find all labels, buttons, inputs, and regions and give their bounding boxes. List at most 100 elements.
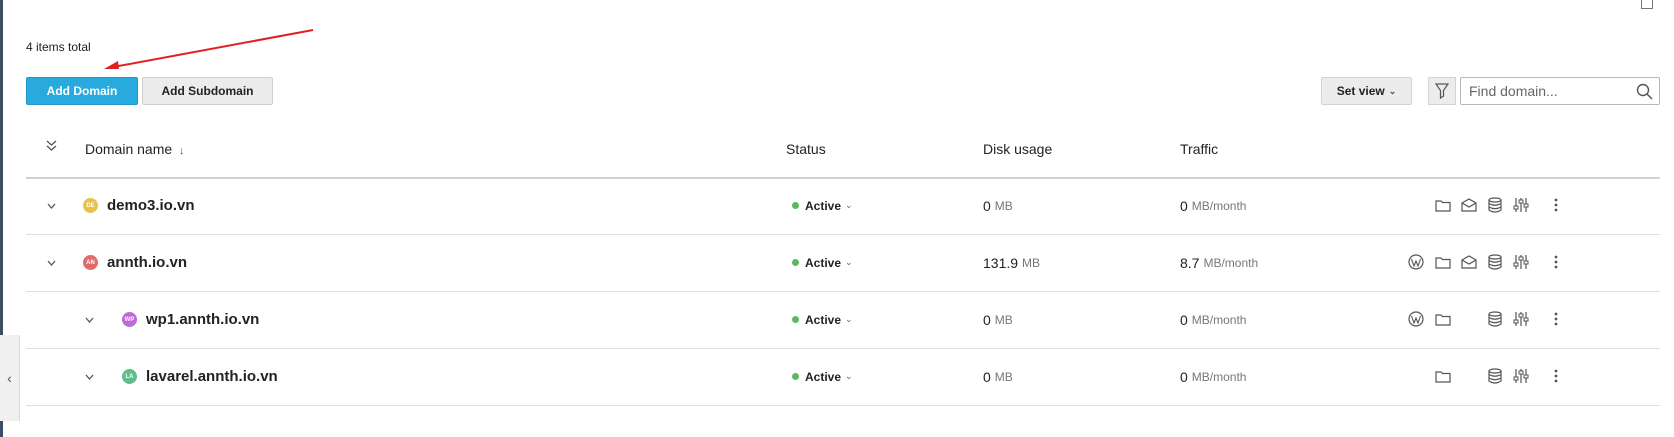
add-domain-button[interactable]: Add Domain bbox=[26, 77, 138, 105]
traffic-value: 0 bbox=[1180, 368, 1188, 385]
traffic-unit: MB/month bbox=[1191, 369, 1247, 384]
mail-icon[interactable] bbox=[1460, 253, 1478, 271]
domain-favicon-icon: LA bbox=[122, 369, 137, 384]
mail-icon[interactable] bbox=[1460, 196, 1478, 214]
database-icon[interactable] bbox=[1486, 367, 1504, 385]
table-row[interactable]: WP wp1.annth.io.vn Active ⌄ 0 MB 0 MB/mo… bbox=[26, 291, 1660, 349]
disk-usage-unit: MB bbox=[1022, 255, 1041, 270]
table-header: Domain name ↓ Status Disk usage Traffic bbox=[26, 128, 1660, 179]
column-header-traffic[interactable]: Traffic bbox=[1180, 141, 1218, 157]
disk-usage-value: 0 bbox=[983, 368, 991, 385]
status-dot-icon bbox=[792, 259, 799, 266]
settings-sliders-icon[interactable] bbox=[1512, 253, 1530, 271]
more-icon[interactable] bbox=[1547, 367, 1565, 385]
traffic-cell: 8.7 MB/month bbox=[1180, 234, 1258, 291]
expand-row-icon[interactable] bbox=[47, 177, 56, 234]
table-row[interactable]: AN annth.io.vn Active ⌄ 131.9 MB 8.7 MB/… bbox=[26, 234, 1660, 292]
disk-usage-value: 0 bbox=[983, 311, 991, 328]
traffic-cell: 0 MB/month bbox=[1180, 177, 1246, 234]
database-icon[interactable] bbox=[1486, 196, 1504, 214]
add-subdomain-button[interactable]: Add Subdomain bbox=[142, 77, 273, 105]
set-view-dropdown[interactable]: Set view ⌄ bbox=[1321, 77, 1412, 105]
domain-cell: DE demo3.io.vn bbox=[83, 177, 195, 234]
status-text: Active bbox=[805, 198, 842, 213]
more-icon[interactable] bbox=[1547, 196, 1565, 214]
traffic-unit: MB/month bbox=[1203, 255, 1259, 270]
filter-button[interactable] bbox=[1428, 77, 1456, 105]
domain-name-link[interactable]: demo3.io.vn bbox=[107, 197, 195, 214]
settings-sliders-icon[interactable] bbox=[1512, 310, 1530, 328]
status-dot-icon bbox=[792, 316, 799, 323]
status-dot-icon bbox=[792, 373, 799, 380]
expand-row-icon[interactable] bbox=[85, 348, 94, 405]
chevron-left-icon: ‹ bbox=[7, 370, 12, 386]
search-domain-field[interactable] bbox=[1460, 77, 1660, 105]
chevron-down-icon: ⌄ bbox=[845, 371, 853, 381]
disk-usage-unit: MB bbox=[994, 198, 1013, 213]
expand-all-icon[interactable] bbox=[46, 140, 57, 152]
chevron-down-icon: ⌄ bbox=[1388, 85, 1397, 96]
domain-name-link[interactable]: lavarel.annth.io.vn bbox=[146, 368, 278, 385]
database-icon[interactable] bbox=[1486, 310, 1504, 328]
set-view-label: Set view bbox=[1336, 84, 1385, 98]
traffic-unit: MB/month bbox=[1191, 198, 1247, 213]
folder-icon[interactable] bbox=[1434, 310, 1452, 328]
traffic-value: 0 bbox=[1180, 311, 1188, 328]
chevron-down-icon: ⌄ bbox=[845, 200, 853, 210]
domain-favicon-icon: AN bbox=[83, 255, 98, 270]
search-input[interactable] bbox=[1461, 82, 1631, 100]
database-icon[interactable] bbox=[1486, 253, 1504, 271]
chevron-down-icon: ⌄ bbox=[845, 314, 853, 324]
expand-row-icon[interactable] bbox=[47, 234, 56, 291]
domain-cell: AN annth.io.vn bbox=[83, 234, 187, 291]
domain-name-link[interactable]: annth.io.vn bbox=[107, 254, 187, 271]
settings-sliders-icon[interactable] bbox=[1512, 196, 1530, 214]
disk-usage-unit: MB bbox=[994, 312, 1013, 327]
status-text: Active bbox=[805, 255, 842, 270]
domain-favicon-icon: DE bbox=[83, 198, 98, 213]
chevron-down-icon: ⌄ bbox=[845, 257, 853, 267]
wordpress-icon[interactable] bbox=[1407, 310, 1425, 328]
status-text: Active bbox=[805, 312, 842, 327]
traffic-cell: 0 MB/month bbox=[1180, 348, 1246, 405]
more-icon[interactable] bbox=[1547, 253, 1565, 271]
folder-icon[interactable] bbox=[1434, 367, 1452, 385]
column-header-disk-usage[interactable]: Disk usage bbox=[983, 141, 1052, 157]
expand-row-icon[interactable] bbox=[85, 291, 94, 348]
disk-usage-cell: 131.9 MB bbox=[983, 234, 1040, 291]
wordpress-icon[interactable] bbox=[1407, 253, 1425, 271]
traffic-cell: 0 MB/month bbox=[1180, 291, 1246, 348]
annotation-arrow-icon bbox=[104, 29, 314, 69]
domain-name-link[interactable]: wp1.annth.io.vn bbox=[146, 311, 259, 328]
status-dropdown[interactable]: Active ⌄ bbox=[792, 177, 853, 234]
disk-usage-cell: 0 MB bbox=[983, 177, 1013, 234]
folder-icon[interactable] bbox=[1434, 196, 1452, 214]
column-header-status[interactable]: Status bbox=[786, 141, 826, 157]
traffic-value: 0 bbox=[1180, 197, 1188, 214]
settings-sliders-icon[interactable] bbox=[1512, 367, 1530, 385]
traffic-value: 8.7 bbox=[1180, 254, 1200, 271]
search-icon[interactable] bbox=[1636, 83, 1653, 100]
status-text: Active bbox=[805, 369, 842, 384]
domain-cell: WP wp1.annth.io.vn bbox=[122, 291, 259, 348]
items-total-count: 4 items total bbox=[26, 40, 91, 54]
status-dropdown[interactable]: Active ⌄ bbox=[792, 291, 853, 348]
folder-icon[interactable] bbox=[1434, 253, 1452, 271]
table-row[interactable]: LA lavarel.annth.io.vn Active ⌄ 0 MB 0 M… bbox=[26, 348, 1660, 406]
filter-icon bbox=[1435, 83, 1449, 99]
status-dot-icon bbox=[792, 202, 799, 209]
table-row[interactable]: DE demo3.io.vn Active ⌄ 0 MB 0 MB/month bbox=[26, 177, 1660, 235]
disk-usage-unit: MB bbox=[994, 369, 1013, 384]
more-icon[interactable] bbox=[1547, 310, 1565, 328]
traffic-unit: MB/month bbox=[1191, 312, 1247, 327]
domain-cell: LA lavarel.annth.io.vn bbox=[122, 348, 278, 405]
collapse-sidebar-button[interactable]: ‹ bbox=[0, 335, 20, 421]
status-dropdown[interactable]: Active ⌄ bbox=[792, 348, 853, 405]
disk-usage-cell: 0 MB bbox=[983, 348, 1013, 405]
domain-favicon-icon: WP bbox=[122, 312, 137, 327]
disk-usage-value: 131.9 bbox=[983, 254, 1019, 271]
column-header-domain-name[interactable]: Domain name ↓ bbox=[85, 141, 185, 157]
corner-panel-icon[interactable] bbox=[1641, 0, 1653, 9]
disk-usage-cell: 0 MB bbox=[983, 291, 1013, 348]
status-dropdown[interactable]: Active ⌄ bbox=[792, 234, 853, 291]
